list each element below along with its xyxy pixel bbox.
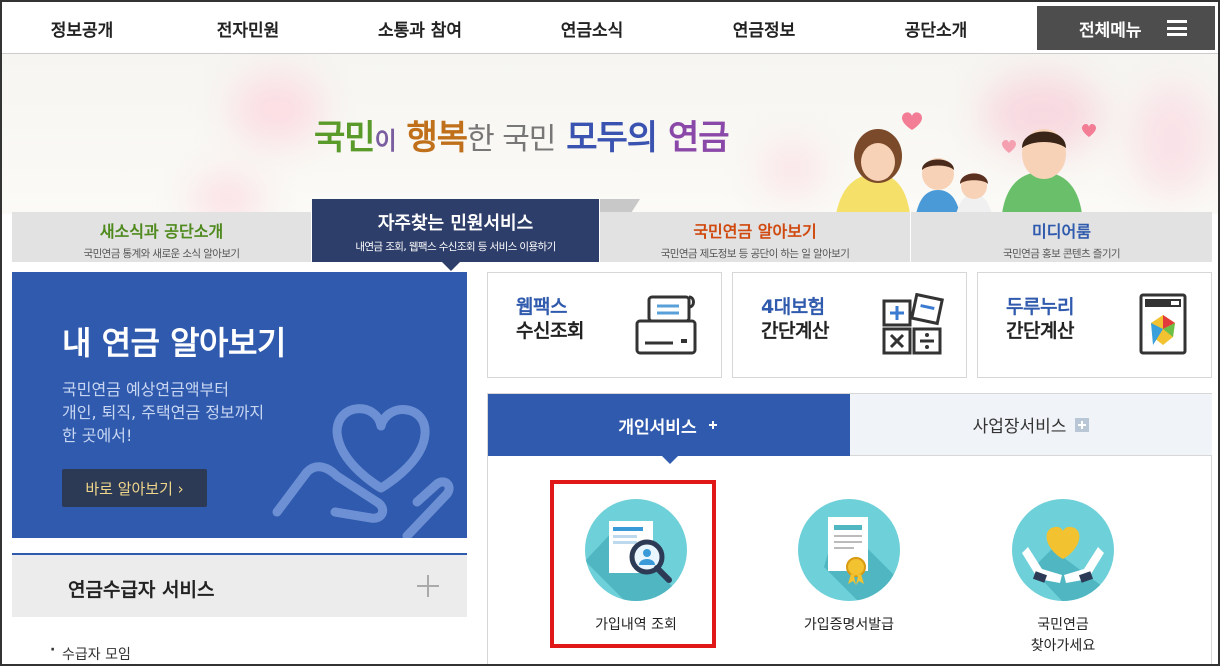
tab-title: 자주찾는 민원서비스 [377, 213, 534, 234]
durunuri-calculator-icon [1139, 293, 1187, 355]
tab-learn-pension[interactable]: 국민연금 알아보기 국민연금 제도정보 등 공단이 하는 일 알아보기 [600, 212, 911, 262]
slogan-word-6: 연금 [667, 118, 730, 158]
tab-subtitle: 내연금 조회, 웹팩스 수신조회 등 서비스 이용하기 [355, 241, 556, 253]
tab-title: 미디어룸 [1032, 222, 1091, 241]
family-illustration [836, 112, 1096, 214]
fax-machine-icon [635, 295, 697, 355]
service-label: 국민연금 찾아가세요 [1030, 617, 1096, 654]
tab-personal-service[interactable]: 개인서비스 [488, 394, 850, 464]
my-pension-title: 내 연금 알아보기 [62, 324, 286, 362]
slogan-word-5: 모두의 [566, 118, 658, 158]
calculator-icon [882, 293, 944, 355]
recipient-service-title: 연금수급자 서비스 [68, 579, 215, 601]
quick-line1: 웹팩스 [516, 296, 567, 318]
category-tabs: 새소식과 공단소개 국민연금 통계와 새로운 소식 알아보기 자주찾는 민원서비… [12, 199, 1212, 271]
selection-highlight-box [550, 480, 716, 648]
insurance-calc-box[interactable]: 4대보험 간단계산 [732, 272, 967, 378]
slogan-word-3: 행복 [406, 118, 469, 158]
quick-line1: 두루누리 [1006, 296, 1074, 318]
top-navigation: 정보공개 전자민원 소통과 참여 연금소식 연금정보 공단소개 전체메뉴 [2, 2, 1218, 54]
quick-line2: 간단계산 [1006, 320, 1074, 342]
banner-slogan: 국민이 행복한 국민 모두의 연금 [314, 110, 729, 159]
nav-item-pension-news[interactable]: 연금소식 [506, 2, 678, 54]
nav-item-pension-info[interactable]: 연금정보 [678, 2, 850, 54]
heart-hands-icon [1012, 499, 1114, 601]
quick-line2: 간단계산 [761, 320, 829, 342]
tab-subtitle: 국민연금 통계와 새로운 소식 알아보기 [83, 248, 241, 260]
tab-business-service[interactable]: 사업장서비스 [850, 394, 1212, 456]
plus-icon [1075, 417, 1090, 432]
nav-item-info-disclosure[interactable]: 정보공개 [2, 2, 162, 54]
all-menu-button[interactable]: 전체메뉴 [1037, 6, 1215, 50]
slogan-word-2: 이 [374, 127, 397, 155]
quick-line2: 수신조회 [516, 320, 584, 342]
hero-banner: 국민이 행복한 국민 모두의 연금 [2, 54, 1218, 214]
heart-hand-icon [272, 404, 454, 538]
service-label: 가입증명서발급 [803, 617, 895, 633]
tab-title: 새소식과 공단소개 [99, 222, 224, 241]
recipient-service-panel[interactable]: 연금수급자 서비스 [12, 553, 467, 617]
webfax-query-box[interactable]: 웹팩스 수신조회 [487, 272, 722, 378]
certificate-icon [798, 499, 900, 601]
nav-item-e-civil[interactable]: 전자민원 [162, 2, 334, 54]
recipient-item-meeting[interactable]: 수급자 모임 [50, 642, 131, 664]
nav-item-communication[interactable]: 소통과 참여 [334, 2, 506, 54]
service-visit-pension[interactable]: 국민연금 찾아가세요 [988, 499, 1138, 657]
expand-plus-icon[interactable] [417, 575, 439, 597]
all-menu-label: 전체메뉴 [1079, 20, 1142, 41]
page-frame: 정보공개 전자민원 소통과 참여 연금소식 연금정보 공단소개 전체메뉴 국민이… [0, 0, 1220, 666]
tab-label: 사업장서비스 [972, 417, 1067, 437]
my-pension-description: 국민연금 예상연금액부터 개인, 퇴직, 주택연금 정보까지 한 곳에서! [62, 380, 265, 445]
my-pension-card[interactable]: 내 연금 알아보기 국민연금 예상연금액부터 개인, 퇴직, 주택연금 정보까지… [12, 272, 467, 538]
tab-media-room[interactable]: 미디어룸 국민연금 홍보 콘텐츠 즐기기 [911, 212, 1212, 262]
tab-news-about[interactable]: 새소식과 공단소개 국민연금 통계와 새로운 소식 알아보기 [12, 212, 312, 262]
tab-subtitle: 국민연금 홍보 콘텐츠 즐기기 [1003, 248, 1121, 260]
go-check-button[interactable]: 바로 알아보기 › [62, 469, 207, 507]
slogan-word-4: 한 국민 [467, 122, 556, 157]
tab-label: 개인서비스 [618, 417, 697, 438]
plus-icon [706, 418, 720, 432]
tab-title: 국민연금 알아보기 [693, 222, 817, 241]
service-certificate-issue[interactable]: 가입증명서발급 [774, 499, 924, 636]
hamburger-icon [1167, 20, 1187, 36]
quick-line1: 4대보험 [761, 296, 825, 318]
tab-subtitle: 국민연금 제도정보 등 공단이 하는 일 알아보기 [660, 248, 850, 260]
slogan-word-1: 국민 [314, 118, 376, 158]
nav-item-about[interactable]: 공단소개 [850, 2, 1022, 54]
tab-frequent-services[interactable]: 자주찾는 민원서비스 내연금 조회, 웹팩스 수신조회 등 서비스 이용하기 [312, 199, 600, 271]
durunuri-calc-box[interactable]: 두루누리 간단계산 [977, 272, 1212, 378]
